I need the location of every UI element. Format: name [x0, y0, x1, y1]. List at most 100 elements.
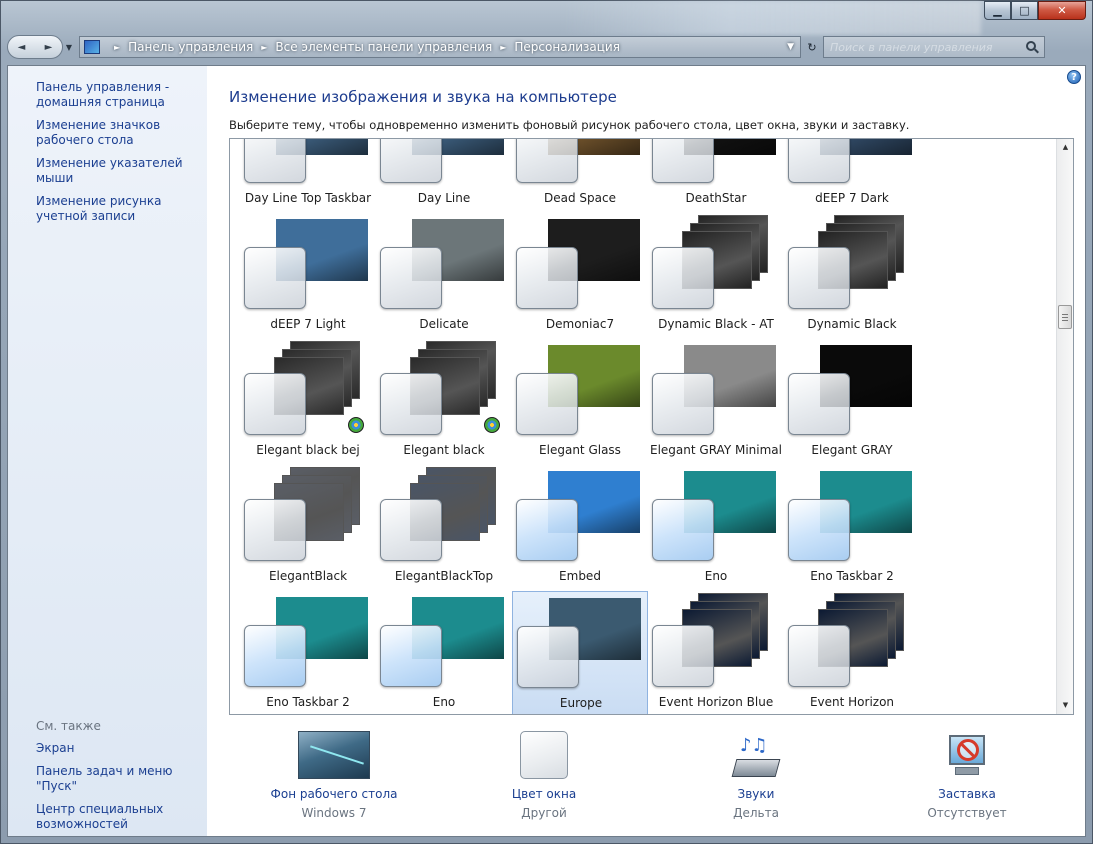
theme-label: Embed	[559, 569, 601, 583]
theme-color-swatch	[516, 139, 578, 183]
theme-label: Delicate	[419, 317, 469, 331]
sidebar-link-account-picture[interactable]: Изменение рисунка учетной записи	[36, 194, 206, 224]
theme-label: Dynamic Black - AT	[658, 317, 774, 331]
theme-item[interactable]: Dead Space	[512, 139, 648, 213]
theme-item[interactable]: Europe	[512, 591, 648, 714]
theme-item[interactable]: DeathStar	[648, 139, 784, 213]
address-dropdown-icon[interactable]: ▼	[787, 42, 794, 52]
sidebar: Панель управления - домашняя страница Из…	[8, 66, 207, 836]
theme-label: Eno Taskbar 2	[810, 569, 894, 583]
scroll-thumb[interactable]	[1058, 305, 1072, 329]
theme-color-swatch	[380, 247, 442, 309]
theme-label: Eno	[432, 695, 456, 709]
theme-label: Event Horizon	[809, 695, 895, 709]
theme-item[interactable]: dEEP 7 Light	[240, 213, 376, 339]
theme-item[interactable]: Eno Taskbar 2	[784, 465, 920, 591]
recent-pages-dropdown[interactable]: ▼	[63, 43, 75, 52]
theme-item[interactable]: Demoniac7	[512, 213, 648, 339]
search-placeholder: Поиск в панели управления	[830, 40, 993, 54]
theme-item[interactable]: Event Horizon	[784, 591, 920, 714]
see-also-accessibility[interactable]: Центр специальных возможностей	[36, 802, 206, 832]
breadcrumb-control-panel[interactable]: Панель управления	[128, 40, 253, 54]
theme-item[interactable]: Dynamic Black	[784, 213, 920, 339]
theme-item[interactable]: Delicate	[376, 213, 512, 339]
theme-item[interactable]: Eno Taskbar 2	[240, 591, 376, 714]
theme-item[interactable]: Embed	[512, 465, 648, 591]
breadcrumb-personalization[interactable]: Персонализация	[514, 40, 620, 54]
search-icon[interactable]	[1026, 41, 1036, 51]
sidebar-link-home[interactable]: Панель управления - домашняя страница	[36, 80, 206, 110]
address-bar[interactable]: ► Панель управления ► Все элементы панел…	[79, 36, 801, 58]
theme-item[interactable]: dEEP 7 Dark	[784, 139, 920, 213]
theme-label: Elegant black	[403, 443, 485, 457]
theme-item[interactable]: Dynamic Black - AT	[648, 213, 784, 339]
desktop-background-label[interactable]: Фон рабочего стола	[244, 787, 424, 801]
sidebar-link-desktop-icons[interactable]: Изменение значков рабочего стола	[36, 118, 206, 148]
theme-item[interactable]: Elegant black	[376, 339, 512, 465]
theme-color-swatch	[380, 625, 442, 687]
help-icon[interactable]: ?	[1067, 70, 1081, 84]
content-area: Панель управления - домашняя страница Из…	[7, 65, 1086, 837]
theme-label: Elegant Glass	[539, 443, 621, 457]
theme-color-swatch	[516, 247, 578, 309]
theme-label: Elegant GRAY	[811, 443, 893, 457]
theme-label: Eno Taskbar 2	[266, 695, 350, 709]
glass-background	[561, 1, 981, 35]
search-input[interactable]: Поиск в панели управления	[823, 36, 1045, 58]
sidebar-link-mouse-pointers[interactable]: Изменение указателей мыши	[36, 156, 206, 186]
theme-item[interactable]: Elegant GRAY Minimal	[648, 339, 784, 465]
minimize-button[interactable]: ▁	[984, 1, 1011, 20]
theme-item[interactable]: Elegant black bej	[240, 339, 376, 465]
nav-buttons: ◄ ►	[7, 35, 63, 59]
window-color-label[interactable]: Цвет окна	[454, 787, 634, 801]
theme-item[interactable]: Eno	[648, 465, 784, 591]
theme-color-swatch	[380, 139, 442, 183]
theme-color-swatch	[788, 373, 850, 435]
maximize-button[interactable]: □	[1011, 1, 1038, 20]
theme-color-swatch	[788, 247, 850, 309]
theme-color-swatch	[652, 625, 714, 687]
theme-item[interactable]: Elegant GRAY	[784, 339, 920, 465]
desktop-background-item[interactable]: Фон рабочего стола Windows 7	[244, 731, 424, 820]
breadcrumb-separator-icon[interactable]: ►	[500, 43, 506, 52]
theme-color-swatch	[652, 139, 714, 183]
theme-item[interactable]: Elegant Glass	[512, 339, 648, 465]
refresh-button[interactable]: ↻	[801, 41, 823, 54]
breadcrumb-separator-icon[interactable]: ►	[261, 43, 267, 52]
sounds-value: Дельта	[733, 806, 779, 820]
page-subtitle: Выберите тему, чтобы одновременно измени…	[229, 118, 910, 132]
see-also-taskbar[interactable]: Панель задач и меню "Пуск"	[36, 764, 206, 794]
theme-label: Elegant GRAY Minimal	[650, 443, 782, 457]
desktop-background-value: Windows 7	[301, 806, 367, 820]
theme-item[interactable]: ElegantBlackTop	[376, 465, 512, 591]
theme-color-swatch	[244, 373, 306, 435]
close-button[interactable]: ✕	[1038, 1, 1086, 20]
see-also-display[interactable]: Экран	[36, 741, 206, 756]
theme-color-swatch	[652, 247, 714, 309]
sounds-icon: ♪♫	[731, 731, 781, 779]
breadcrumb-separator-icon[interactable]: ►	[114, 43, 120, 52]
scroll-down-button[interactable]: ▼	[1057, 697, 1073, 714]
screensaver-item[interactable]: Заставка Отсутствует	[877, 731, 1057, 820]
theme-item[interactable]: ElegantBlack	[240, 465, 376, 591]
vertical-scrollbar[interactable]: ▲ ▼	[1056, 139, 1073, 714]
theme-item[interactable]: Day Line Top Taskbar	[240, 139, 376, 213]
theme-item[interactable]: Day Line	[376, 139, 512, 213]
theme-item[interactable]: Eno	[376, 591, 512, 714]
theme-label: Day Line	[417, 191, 471, 205]
sounds-item[interactable]: ♪♫ Звуки Дельта	[666, 731, 846, 820]
see-also-section: См. также Экран Панель задач и меню "Пус…	[36, 719, 206, 840]
theme-item[interactable]: Event Horizon Blue	[648, 591, 784, 714]
theme-label: Day Line Top Taskbar	[244, 191, 372, 205]
forward-button[interactable]: ►	[45, 42, 53, 53]
scroll-up-button[interactable]: ▲	[1057, 139, 1073, 156]
theme-color-swatch	[517, 626, 579, 688]
sounds-label[interactable]: Звуки	[666, 787, 846, 801]
theme-list[interactable]: Day Line Top Taskbar Day Line Dead Space De…	[229, 138, 1074, 715]
screensaver-icon	[943, 731, 991, 779]
screensaver-label[interactable]: Заставка	[877, 787, 1057, 801]
caption-buttons: ▁ □ ✕	[984, 1, 1086, 21]
breadcrumb-all-items[interactable]: Все элементы панели управления	[275, 40, 492, 54]
window-color-item[interactable]: Цвет окна Другой	[454, 731, 634, 820]
back-button[interactable]: ◄	[18, 42, 26, 53]
